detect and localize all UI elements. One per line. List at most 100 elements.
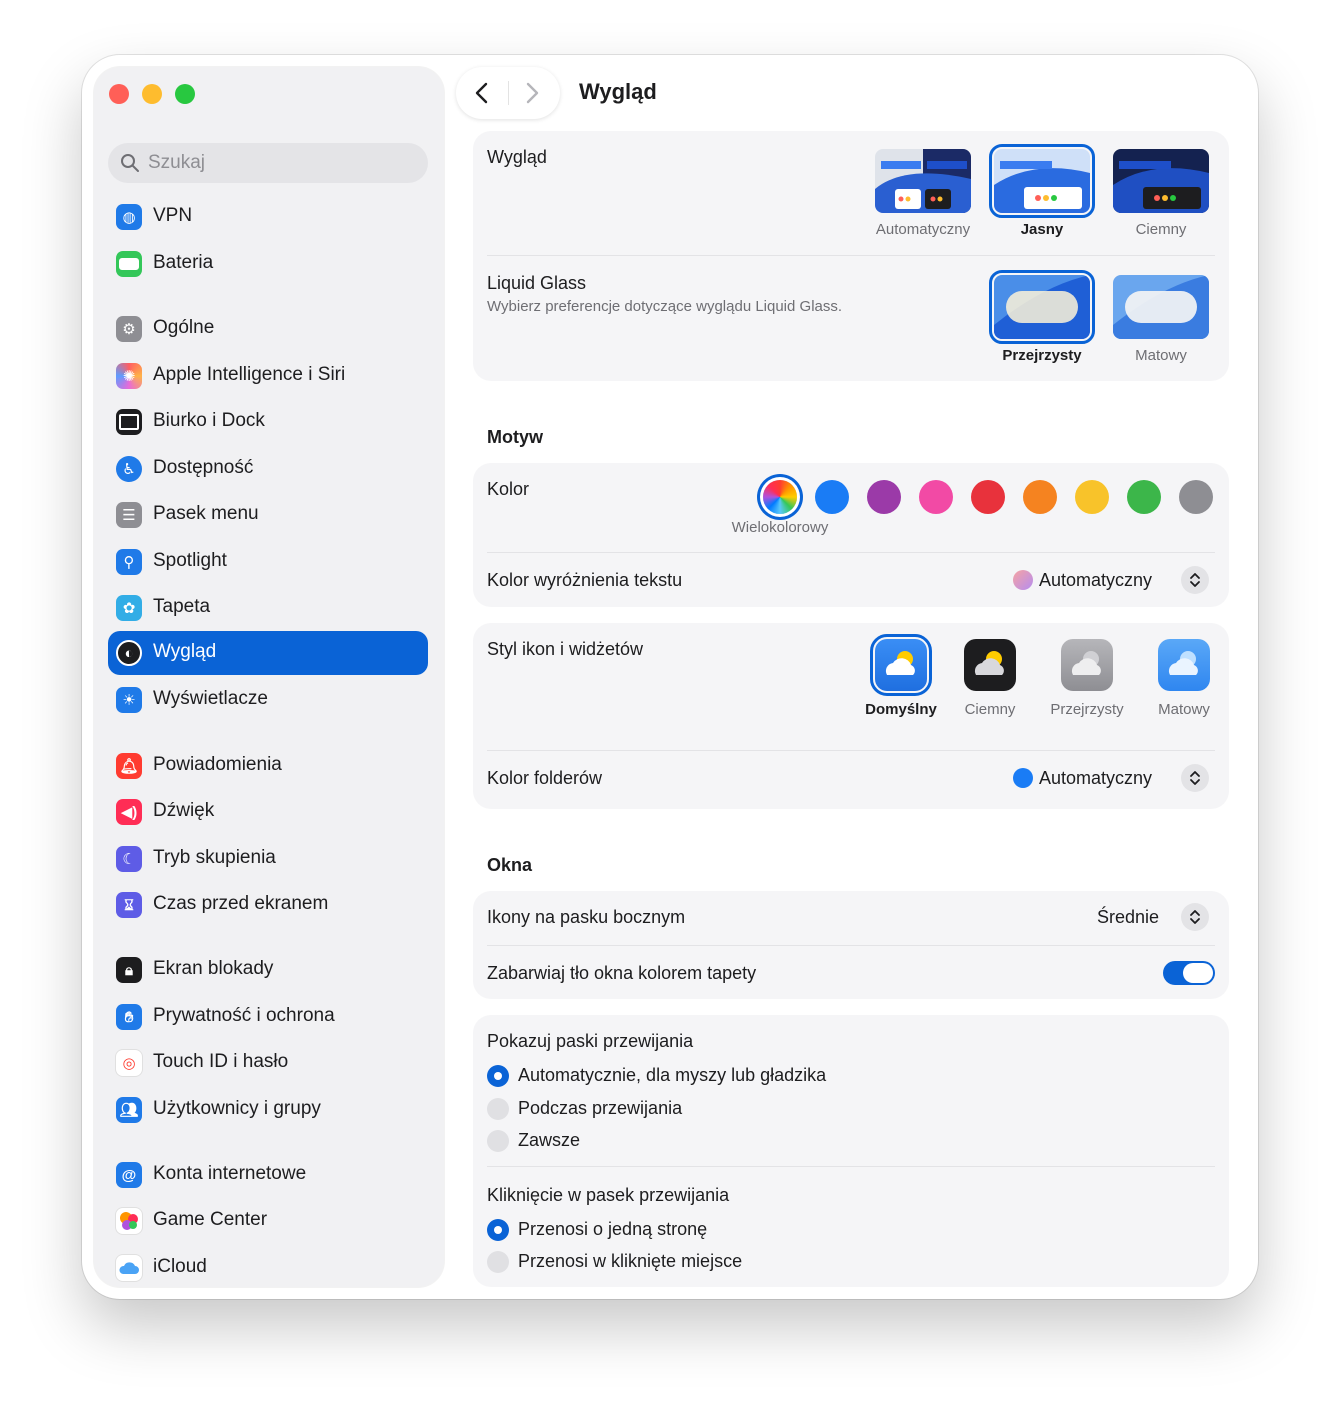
forward-button[interactable] [522,81,542,105]
sidebar-item-game-center[interactable]: Game Center [108,1199,428,1243]
sidebar-item-menu-bar[interactable]: ☰ Pasek menu [108,493,428,537]
wallpaper-tint-toggle[interactable] [1163,961,1215,985]
sidebar-item-focus[interactable]: ☾ Tryb skupienia [108,837,428,881]
accessibility-icon: ♿ [116,456,142,482]
icon-style-tinted-option[interactable] [1158,639,1210,691]
color-swatch-yellow[interactable] [1075,480,1109,514]
color-swatch-orange[interactable] [1023,480,1057,514]
back-button[interactable] [472,81,492,105]
color-swatch-red[interactable] [971,480,1005,514]
sidebar-item-label: Touch ID i hasło [153,1051,289,1072]
users-icon: 👥︎ [116,1097,142,1123]
sidebar-item-label: Wygląd [153,641,217,662]
icon-style-clear-caption: Przejrzysty [1050,701,1124,718]
sidebar-item-lock-screen[interactable]: 🔒︎ Ekran blokady [108,948,428,992]
radio-label: Przenosi w kliknięte miejsce [518,1251,743,1271]
sidebar-icon-size-label: Ikony na pasku bocznym [487,907,686,927]
theme-section-title: Motyw [487,427,543,447]
sidebar-item-battery[interactable]: Bateria [108,242,428,286]
lock-icon: 🔒︎ [116,957,142,983]
folder-color-dot [1013,768,1033,788]
sidebar-item-notifications[interactable]: 🔔︎ Powiadomienia [108,744,428,788]
radio-label: Przenosi o jedną stronę [518,1219,708,1239]
sidebar-item-accessibility[interactable]: ♿ Dostępność [108,447,428,491]
sidebar-item-label: Wyświetlacze [153,688,268,709]
highlight-color-label: Kolor wyróżnienia tekstu [487,570,683,590]
color-swatch-pink[interactable] [919,480,953,514]
cloud-icon [116,1255,142,1281]
appearance-dark-option[interactable] [1113,149,1209,213]
liquid-glass-tinted-option[interactable] [1113,275,1209,339]
icon-style-clear-option[interactable] [1061,639,1113,691]
sidebar-icon-size-value: Średnie [1097,907,1160,927]
color-swatch-graphite[interactable] [1179,480,1213,514]
sidebar-item-label: Tryb skupienia [153,847,276,868]
sidebar-item-label: Powiadomienia [153,754,282,775]
radio-button [487,1065,509,1087]
sidebar-item-label: Dźwięk [153,800,215,821]
scrollbar-click-label: Kliknięcie w pasek przewijania [487,1185,730,1205]
sidebar-item-general[interactable]: ⚙ Ogólne [108,307,428,351]
sidebar-item-label: Prywatność i ochrona [153,1005,335,1026]
sidebar-item-label: Tapeta [153,596,211,617]
at-icon: @ [116,1162,142,1188]
sidebar-item-label: Apple Intelligence i Siri [153,364,346,385]
gear-icon: ⚙ [116,316,142,342]
color-swatch-purple[interactable] [867,480,901,514]
liquid-glass-tinted-caption: Matowy [1135,347,1187,364]
appearance-group: Wygląd Automatyczny Jasny Ciemny Liquid … [473,131,1229,381]
separator [487,552,1215,553]
appearance-auto-option[interactable] [875,149,971,213]
sidebar-item-touch-id[interactable]: ◎ Touch ID i hasło [108,1041,428,1085]
color-swatch-green[interactable] [1127,480,1161,514]
sidebar-item-internet-accounts[interactable]: @ Konta internetowe [108,1153,428,1197]
folder-color-value: Automatyczny [1039,768,1153,788]
sidebar-item-siri[interactable]: ✺ Apple Intelligence i Siri [108,354,428,398]
wallpaper-tint-label: Zabarwiaj tło okna kolorem tapety [487,963,757,983]
sidebar-item-users[interactable]: 👥︎ Użytkownicy i grupy [108,1088,428,1132]
icon-style-default-option[interactable] [870,634,932,696]
icon-style-label: Styl ikon i widżetów [487,639,644,659]
separator [487,255,1215,256]
minimize-window-button[interactable] [142,84,162,104]
radio-button [487,1130,509,1152]
sidebar-item-icloud[interactable]: iCloud [108,1246,428,1290]
game-center-icon [116,1208,142,1234]
liquid-glass-description: Wybierz preferencje dotyczące wyglądu Li… [487,298,843,315]
sidebar-item-label: Ogólne [153,317,215,338]
sidebar-item-label: Bateria [153,252,214,273]
toggle-knob [1183,963,1213,983]
radio-label: Podczas przewijania [518,1098,683,1118]
appearance-auto-caption: Automatyczny [875,221,971,238]
close-window-button[interactable] [109,84,129,104]
magnifier-icon: ⚲ [116,549,142,575]
liquid-glass-label: Liquid Glass [487,273,587,293]
sidebar-item-screen-time[interactable]: ⌛︎ Czas przed ekranem [108,883,428,927]
sidebar-item-vpn[interactable]: ◍ VPN [108,195,428,239]
icon-style-group: Styl ikon i widżetów Domyślny Ciemny Prz… [473,623,1229,809]
sidebar-item-displays[interactable]: ☀ Wyświetlacze [108,678,428,722]
sidebar-item-appearance[interactable]: ◐ Wygląd [108,631,428,675]
sidebar-item-wallpaper[interactable]: ✿ Tapeta [108,586,428,630]
zoom-window-button[interactable] [175,84,195,104]
nav-divider [508,81,509,105]
appearance-light-option[interactable] [989,144,1095,218]
separator [487,1166,1215,1167]
sidebar-item-label: Pasek menu [153,503,259,524]
sidebar-item-dock[interactable]: Biurko i Dock [108,400,428,444]
color-swatch-blue[interactable] [815,480,849,514]
navigation-buttons [456,67,560,119]
search-input[interactable]: Szukaj [108,143,428,183]
up-down-chevron-icon [1181,764,1209,792]
icon-style-dark-option[interactable] [964,639,1016,691]
sidebar-item-privacy[interactable]: ✋︎ Prywatność i ochrona [108,995,428,1039]
scrollbars-group: Pokazuj paski przewijania Automatycznie,… [473,1015,1229,1287]
sidebar-item-sound[interactable]: ◀) Dźwięk [108,790,428,834]
color-swatch-multicolor[interactable] [763,480,797,514]
sidebar-item-spotlight[interactable]: ⚲ Spotlight [108,540,428,584]
liquid-glass-clear-caption: Przejrzysty [1002,347,1082,364]
show-scrollbars-label: Pokazuj paski przewijania [487,1031,694,1051]
liquid-glass-clear-option[interactable] [989,270,1095,344]
up-down-chevron-icon [1181,903,1209,931]
sidebar-item-label: Spotlight [153,550,227,571]
